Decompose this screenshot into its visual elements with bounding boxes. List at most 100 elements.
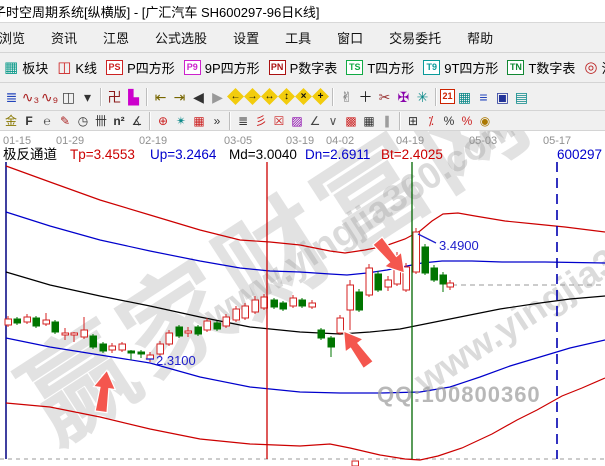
candle-body [24, 317, 31, 322]
window-title: 子时空周期系统[纵横版] - [广汇汽车 SH600297-96日K线] [0, 2, 320, 21]
zoom-out-icon[interactable]: × [295, 88, 312, 105]
shift-both-icon[interactable]: ↔ [261, 88, 278, 105]
gann-wheel-button[interactable]: ◎江恩轮 [584, 58, 605, 77]
hatch-box-icon[interactable]: ▨ [288, 113, 306, 129]
app-window: 子时空周期系统[纵横版] - [广汇汽车 SH600297-96日K线] 浏览资… [0, 0, 605, 466]
candle-body [43, 320, 50, 324]
candle-style-icon[interactable]: ◫ [59, 86, 78, 107]
crosshair-icon[interactable]: ＋ [356, 86, 375, 107]
angle-tool-icon[interactable]: ∡ [128, 113, 146, 129]
candle-body [100, 344, 107, 351]
percent-icon[interactable]: % [440, 113, 458, 129]
parallel-channel-icon[interactable]: ∥ [378, 113, 396, 129]
n-square-icon[interactable]: n² [110, 113, 128, 129]
coin-icon[interactable]: ◉ [476, 113, 494, 129]
t-square-button[interactable]: TST四方形 [346, 58, 414, 77]
date-label-6: 04-02 [326, 135, 354, 147]
t-table-button[interactable]: TNT数字表 [507, 58, 575, 77]
toolbar-separator [399, 112, 401, 130]
menu-item-3[interactable]: 公式选股 [142, 28, 220, 47]
sector-label: 板块 [22, 58, 48, 77]
date-label-3: 02-19 [139, 135, 167, 147]
shift-vert-icon[interactable]: ↕ [278, 88, 295, 105]
expand-more-icon[interactable]: » [208, 113, 226, 129]
time-cycle-icon[interactable]: ◷ [74, 113, 92, 129]
t9-square-button[interactable]: T99T四方形 [423, 58, 498, 77]
news-doc-icon[interactable]: ≣ [2, 86, 21, 107]
zigzag-icon[interactable]: ∨ [324, 113, 342, 129]
spider-web-icon[interactable]: ✴ [172, 113, 190, 129]
kline-button[interactable]: ◫K线 [57, 58, 97, 77]
angle-fan-icon[interactable]: ∠ [306, 113, 324, 129]
monitor-icon[interactable]: ▤ [512, 86, 531, 107]
prev-screen-icon[interactable]: ◀ [189, 86, 208, 107]
last-bar-icon[interactable]: ⇥ [170, 86, 189, 107]
dropdown-arrow-icon[interactable]: ▾ [78, 86, 97, 107]
snip-icon[interactable]: ✂ [375, 86, 394, 107]
indicator-value-4: Dn=2.6911 [305, 147, 370, 162]
target-circle-icon[interactable]: ⊕ [154, 113, 172, 129]
fan-lines-icon[interactable]: 彡 [252, 113, 270, 129]
gann-frame-icon[interactable]: ✠ [394, 86, 413, 107]
save-icon[interactable]: ▣ [493, 86, 512, 107]
spiral-icon[interactable]: ℮ [38, 113, 56, 129]
p-table-icon: PN [269, 60, 286, 75]
pattern-icon[interactable]: 卍 [105, 86, 124, 107]
wave-9-icon[interactable]: ∿₉ [40, 86, 59, 107]
menu-item-7[interactable]: 交易委托 [376, 28, 454, 47]
candle-body [375, 274, 382, 290]
candle-body [166, 333, 173, 344]
p-square-icon: PS [106, 60, 123, 75]
watermark-qq: QQ:100800360 [377, 382, 541, 407]
percent-angle-icon[interactable]: ⁒ [422, 113, 440, 129]
fibonacci-icon[interactable]: F [20, 113, 38, 129]
scale-ruler-icon[interactable]: ⊞ [404, 113, 422, 129]
calendar-icon[interactable]: 21 [440, 89, 455, 104]
pen-measure-icon[interactable]: ✎ [56, 113, 74, 129]
menu-item-1[interactable]: 资讯 [38, 28, 90, 47]
candle-body [299, 300, 306, 306]
candle-body [440, 275, 447, 284]
menu-item-6[interactable]: 窗口 [324, 28, 376, 47]
cycle-icon[interactable]: ✳ [413, 86, 432, 107]
candle-body [337, 318, 344, 333]
menu-item-4[interactable]: 设置 [220, 28, 272, 47]
wave-3-icon[interactable]: ∿₃ [21, 86, 40, 107]
candle-body [33, 318, 40, 326]
toolbar-separator [332, 88, 334, 106]
report-icon[interactable]: ≡ [474, 86, 493, 107]
gann-wheel-icon: ◎ [584, 60, 597, 75]
red-grid-icon[interactable]: ▩ [342, 113, 360, 129]
chart-panel[interactable]: 赢家财富网www.yingjia360.comwww.yingjia360.co… [0, 131, 605, 466]
percent-levels-icon[interactable]: % [458, 113, 476, 129]
volume-chart-icon[interactable]: ▙ [124, 86, 143, 107]
kline-label: K线 [75, 58, 97, 77]
p-square-button[interactable]: PSP四方形 [106, 58, 175, 77]
price-ruler-icon[interactable]: ≣ [234, 113, 252, 129]
sector-button[interactable]: ▦板块 [4, 58, 48, 77]
p9-square-button[interactable]: P99P四方形 [184, 58, 260, 77]
zoom-in-icon[interactable]: + [312, 88, 329, 105]
first-bar-icon[interactable]: ⇤ [151, 86, 170, 107]
candle-body [252, 300, 259, 312]
menu-item-8[interactable]: 帮助 [454, 28, 506, 47]
date-label-2: 01-29 [56, 135, 84, 147]
gold-ratio-icon[interactable]: 金 [2, 113, 20, 129]
black-grid-icon[interactable]: ▦ [360, 113, 378, 129]
next-screen-icon[interactable]: ▶ [208, 86, 227, 107]
bars-count-icon[interactable]: 卌 [92, 113, 110, 129]
date-label-1: 01-15 [3, 135, 31, 147]
candle-body [422, 247, 429, 273]
menu-item-2[interactable]: 江恩 [90, 28, 142, 47]
box-cross-icon[interactable]: ☒ [270, 113, 288, 129]
shift-right-icon[interactable]: → [244, 88, 261, 105]
hand-tool-icon[interactable]: ✌ [337, 86, 356, 107]
shift-left-icon[interactable]: ← [227, 88, 244, 105]
candle-body [447, 283, 454, 287]
menu-item-0[interactable]: 浏览 [0, 28, 38, 47]
menu-item-5[interactable]: 工具 [272, 28, 324, 47]
p-table-button[interactable]: PNP数字表 [269, 58, 338, 77]
candle-body [431, 268, 438, 280]
calculator-icon[interactable]: ▦ [455, 86, 474, 107]
square-grid-icon[interactable]: ▦ [190, 113, 208, 129]
